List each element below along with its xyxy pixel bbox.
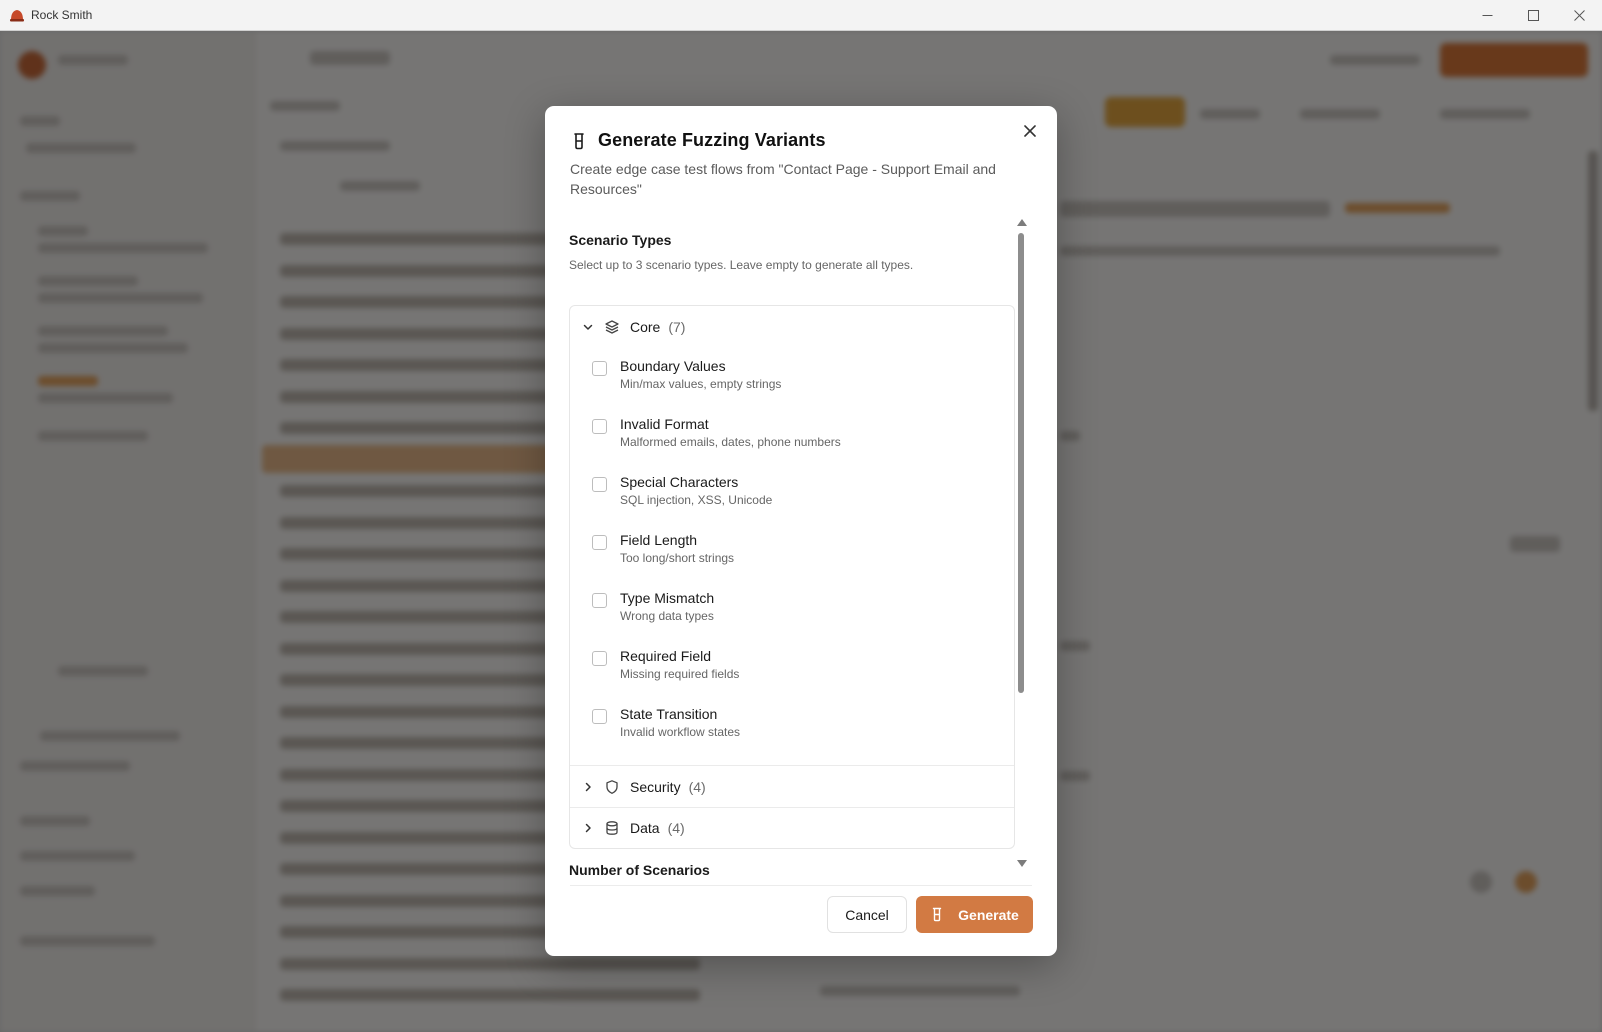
scenario-groups: Core (7) Boundary Values Min/max values,… [569, 305, 1015, 849]
chevron-right-icon [585, 782, 591, 791]
group-core-count: (7) [668, 318, 686, 335]
shield-icon [606, 779, 618, 794]
field-length-checkbox[interactable] [592, 535, 607, 550]
option-subtitle: Too long/short strings [620, 551, 735, 565]
option-boundary-values[interactable]: Boundary Values Min/max values, empty st… [570, 347, 1014, 405]
group-data-header[interactable]: Data (4) [570, 807, 1014, 848]
option-invalid-format[interactable]: Invalid Format Malformed emails, dates, … [570, 405, 1014, 463]
option-subtitle: Malformed emails, dates, phone numbers [620, 435, 841, 449]
generate-label: Generate [958, 906, 1019, 923]
group-data-count: (4) [667, 820, 685, 836]
maximize-button[interactable] [1510, 0, 1556, 31]
scrollbar-thumb[interactable] [1018, 233, 1024, 693]
window-title: Rock Smith [31, 8, 93, 22]
group-data-name: Data [630, 820, 660, 836]
option-subtitle: Invalid workflow states [620, 725, 741, 739]
option-special-characters[interactable]: Special Characters SQL injection, XSS, U… [570, 463, 1014, 521]
dialog-footer-divider [570, 885, 1032, 886]
state-transition-checkbox[interactable] [592, 709, 607, 724]
option-title: Required Field [620, 648, 712, 664]
option-subtitle: Min/max values, empty strings [620, 377, 782, 391]
group-security-name: Security [630, 778, 681, 795]
group-core-header[interactable]: Core (7) [570, 306, 1014, 347]
database-icon [606, 821, 618, 835]
cancel-button[interactable]: Cancel [827, 896, 907, 933]
group-security-header[interactable]: Security (4) [570, 766, 1014, 807]
option-title: State Transition [620, 706, 718, 722]
layers-icon [605, 319, 619, 334]
group-security-count: (4) [688, 778, 706, 795]
option-title: Boundary Values [620, 358, 726, 374]
type-mismatch-checkbox[interactable] [592, 593, 607, 608]
invalid-format-checkbox[interactable] [592, 419, 607, 434]
close-icon [1573, 10, 1585, 21]
scenario-types-label: Scenario Types [569, 232, 672, 248]
special-characters-checkbox[interactable] [592, 477, 607, 492]
option-state-transition[interactable]: State Transition Invalid workflow states [570, 695, 1014, 753]
option-title: Field Length [620, 532, 698, 548]
required-field-checkbox[interactable] [592, 651, 607, 666]
scroll-down-arrow-icon[interactable] [1017, 860, 1027, 867]
window-titlebar: Rock Smith [0, 0, 1602, 31]
scenario-types-hint: Select up to 3 scenario types. Leave emp… [569, 258, 914, 272]
generate-button[interactable]: Generate [916, 896, 1033, 933]
group-core-name: Core [630, 318, 661, 335]
option-subtitle: SQL injection, XSS, Unicode [620, 493, 773, 507]
boundary-values-checkbox[interactable] [592, 361, 607, 376]
scroll-up-arrow-icon[interactable] [1017, 219, 1027, 226]
dialog-body: Scenario Types Select up to 3 scenario t… [545, 106, 1057, 956]
option-field-length[interactable]: Field Length Too long/short strings [570, 521, 1014, 579]
dialog-scroll-area[interactable]: Scenario Types Select up to 3 scenario t… [569, 232, 1026, 902]
minimize-button[interactable] [1464, 0, 1510, 31]
option-title: Invalid Format [620, 416, 709, 432]
maximize-icon [1527, 10, 1539, 21]
option-type-mismatch[interactable]: Type Mismatch Wrong data types [570, 579, 1014, 637]
option-title: Type Mismatch [620, 590, 715, 606]
close-window-button[interactable] [1556, 0, 1602, 31]
option-title: Special Characters [620, 474, 739, 490]
chevron-down-icon [583, 324, 593, 330]
minimize-icon [1482, 15, 1492, 16]
number-of-scenarios-label: Number of Scenarios [569, 862, 710, 878]
option-required-field[interactable]: Required Field Missing required fields [570, 637, 1014, 695]
app-logo-icon [10, 10, 24, 22]
option-subtitle: Missing required fields [620, 667, 740, 681]
chevron-right-icon [585, 823, 591, 833]
core-options-list: Boundary Values Min/max values, empty st… [570, 347, 1014, 766]
dialog-scrollbar[interactable] [1016, 219, 1027, 869]
flask-icon [932, 907, 942, 922]
option-subtitle: Wrong data types [620, 609, 714, 623]
window-controls [1464, 0, 1602, 31]
